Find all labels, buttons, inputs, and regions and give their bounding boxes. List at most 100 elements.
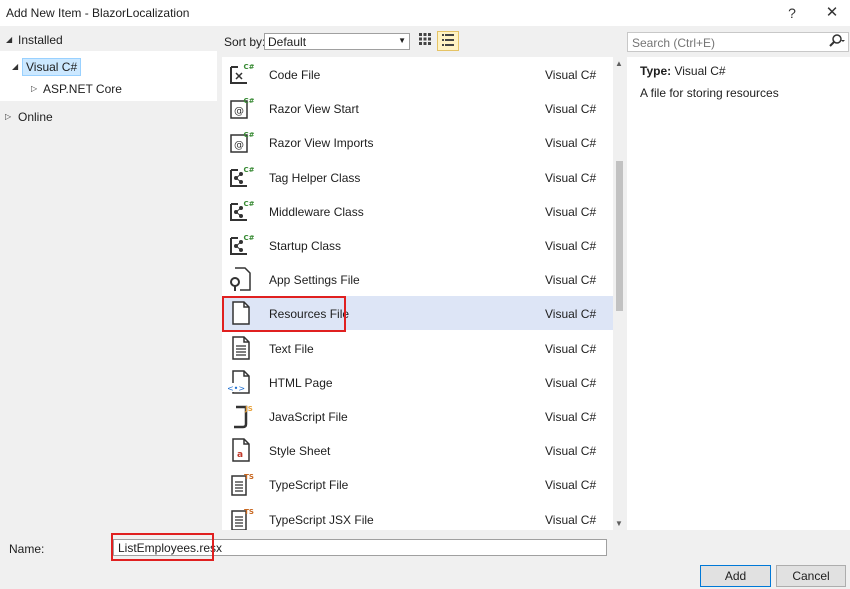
css-file-icon: a (228, 437, 254, 463)
template-row[interactable]: C#Code FileVisual C# (222, 57, 614, 91)
svg-text:<•>: <•> (228, 384, 245, 393)
template-row[interactable]: C# Tag Helper Class Visual C# (222, 160, 614, 194)
template-language: Visual C# (545, 513, 596, 527)
template-language: Visual C# (545, 239, 596, 253)
search-input[interactable] (632, 35, 822, 50)
template-row[interactable]: TS TypeScript File Visual C# (222, 467, 614, 501)
svg-text:TS: TS (244, 473, 254, 481)
expand-arrow-icon[interactable]: ▷ (31, 84, 37, 93)
svg-text:C#: C# (243, 63, 254, 71)
template-name: Startup Class (269, 239, 341, 253)
template-list: C#Code FileVisual C#@C#Razor View StartV… (222, 57, 614, 530)
cancel-button[interactable]: Cancel (776, 565, 846, 587)
name-highlight-box (111, 533, 214, 561)
template-language: Visual C# (545, 102, 596, 116)
template-language: Visual C# (545, 171, 596, 185)
template-language: Visual C# (545, 410, 596, 424)
template-name: Middleware Class (269, 205, 364, 219)
template-tree: ◢ Installed ◢ Visual C# ▷ ASP.NET Core ▷… (0, 29, 217, 529)
scroll-down-icon[interactable]: ▼ (615, 519, 623, 528)
template-language: Visual C# (545, 307, 596, 321)
template-row[interactable]: Resources FileVisual C# (222, 296, 614, 330)
razor-icon: @C# (228, 129, 254, 155)
settings-file-icon (228, 266, 254, 292)
template-name: Tag Helper Class (269, 171, 360, 185)
name-label: Name: (9, 542, 44, 556)
window-title: Add New Item - BlazorLocalization (6, 6, 189, 20)
template-name: Code File (269, 68, 320, 82)
template-description: A file for storing resources (640, 86, 779, 100)
class-icon: C# (228, 198, 254, 224)
collapse-arrow-icon[interactable]: ◢ (12, 62, 18, 71)
grid-view-button[interactable] (414, 31, 436, 51)
sort-by-dropdown[interactable]: Default ▼ (264, 33, 410, 50)
list-view-button[interactable] (437, 31, 459, 51)
template-name: TypeScript JSX File (269, 513, 374, 527)
add-button[interactable]: Add (700, 565, 771, 587)
sort-by-label: Sort by: (224, 35, 265, 49)
template-row[interactable]: C# Middleware Class Visual C# (222, 194, 614, 228)
template-language: Visual C# (545, 136, 596, 150)
template-row[interactable]: C# Startup Class Visual C# (222, 228, 614, 262)
close-button[interactable]: ✕ (818, 2, 846, 24)
template-row[interactable]: Text File Visual C# (222, 331, 614, 365)
tree-online[interactable]: ▷ Online (0, 106, 217, 128)
tree-installed[interactable]: ◢ Installed (0, 29, 217, 51)
expand-arrow-icon[interactable]: ▷ (5, 112, 11, 121)
svg-text:JS: JS (244, 405, 253, 413)
collapse-arrow-icon[interactable]: ◢ (6, 35, 12, 44)
list-scrollbar[interactable]: ▲ ▼ (613, 57, 626, 530)
template-language: Visual C# (545, 444, 596, 458)
type-label: Type: (640, 64, 671, 78)
template-row[interactable]: TS TypeScript JSX File Visual C# (222, 502, 614, 530)
help-button[interactable]: ? (778, 2, 806, 24)
class-icon: C# (228, 164, 254, 190)
template-language: Visual C# (545, 342, 596, 356)
svg-text:C#: C# (243, 131, 254, 139)
title-bar: Add New Item - BlazorLocalization ? ✕ (0, 0, 850, 26)
search-box[interactable] (627, 32, 849, 52)
scroll-thumb[interactable] (616, 161, 623, 311)
svg-text:C#: C# (243, 97, 254, 105)
template-name: JavaScript File (269, 410, 348, 424)
svg-text:C#: C# (243, 166, 254, 174)
template-row[interactable]: @C#Razor View StartVisual C# (222, 91, 614, 125)
tree-node-visual-csharp[interactable]: ◢ Visual C# (0, 57, 217, 77)
template-language: Visual C# (545, 273, 596, 287)
html-file-icon: <•> (228, 369, 254, 395)
template-row[interactable]: <•> HTML Page Visual C# (222, 365, 614, 399)
ts-file-icon: TS (228, 506, 254, 530)
svg-text:TS: TS (244, 508, 254, 516)
js-file-icon: JS (228, 403, 254, 429)
svg-text:@: @ (234, 140, 244, 151)
class-icon: C# (228, 232, 254, 258)
svg-text:C#: C# (243, 200, 254, 208)
grid-view-icon (419, 33, 431, 45)
installed-group: ◢ Visual C# ▷ ASP.NET Core (0, 51, 217, 101)
template-row[interactable]: App Settings File Visual C# (222, 262, 614, 296)
search-icon[interactable] (829, 34, 845, 51)
details-pane: Type: Visual C# A file for storing resou… (627, 57, 850, 530)
list-view-icon (442, 34, 454, 46)
template-name: Text File (269, 342, 314, 356)
template-language: Visual C# (545, 205, 596, 219)
template-name: HTML Page (269, 376, 333, 390)
ts-file-icon: TS (228, 471, 254, 497)
template-row[interactable]: JS JavaScript File Visual C# (222, 399, 614, 433)
template-row[interactable]: aStyle SheetVisual C# (222, 433, 614, 467)
selection-highlight-box (222, 296, 346, 332)
tree-node-aspnet-core[interactable]: ▷ ASP.NET Core (0, 79, 217, 99)
text-file-icon (228, 335, 254, 361)
code-file-icon: C# (228, 61, 254, 87)
scroll-up-icon[interactable]: ▲ (615, 59, 623, 68)
template-name: TypeScript File (269, 478, 348, 492)
template-language: Visual C# (545, 478, 596, 492)
template-language: Visual C# (545, 376, 596, 390)
razor-icon: @C# (228, 95, 254, 121)
svg-text:@: @ (234, 106, 244, 117)
svg-text:C#: C# (243, 234, 254, 242)
chevron-down-icon: ▼ (398, 36, 406, 45)
type-line: Type: Visual C# (640, 64, 726, 78)
template-row[interactable]: @C#Razor View ImportsVisual C# (222, 125, 614, 159)
template-name: App Settings File (269, 273, 360, 287)
